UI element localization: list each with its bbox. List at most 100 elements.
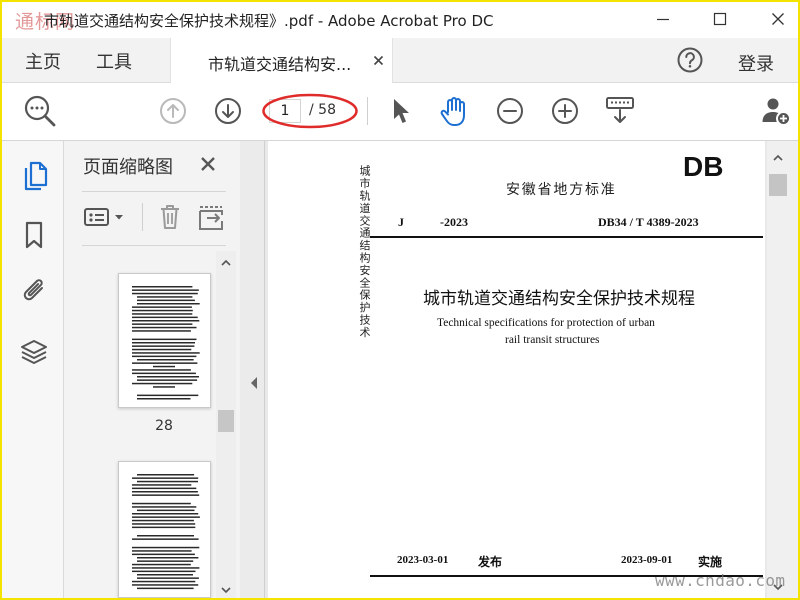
implement-label: 实施 [698, 555, 723, 569]
thumbnail-text-line [137, 574, 193, 576]
toolbar-separator [367, 97, 368, 125]
thumbnail-text-line [132, 309, 193, 312]
thumbnail-text-line [132, 348, 192, 351]
thumbnail-text-line [132, 506, 197, 508]
thumbnail-text-lines [132, 286, 200, 400]
acrobat-window: 通标网 市轨道交通结构安全保护技术规程》.pdf - Adobe Acrobat… [0, 0, 800, 600]
maximize-button[interactable] [697, 0, 743, 38]
attachments-icon[interactable] [19, 277, 49, 307]
document-scrollbar[interactable] [767, 141, 800, 600]
thumbnail-text-line [137, 359, 194, 361]
select-cursor-icon[interactable] [390, 97, 412, 125]
layers-icon[interactable] [19, 337, 49, 367]
db-mark: DB [683, 151, 724, 182]
thumbnail-text-line [132, 316, 198, 319]
thumbnail-text-line [132, 550, 192, 552]
toolbar: 1 / 58 [0, 83, 800, 141]
thumbnail-text-line [137, 557, 199, 559]
menu-home[interactable]: 主页 [25, 48, 61, 74]
thumbnail-text-line [132, 502, 191, 505]
thumbnail-scroll-thumb[interactable] [218, 410, 234, 432]
thumbnail-text-line [132, 538, 199, 540]
next-page-icon[interactable] [214, 97, 242, 125]
menu-tools[interactable]: 工具 [96, 48, 132, 74]
panel-close-icon[interactable] [200, 156, 216, 172]
thumbnail-text-line [132, 372, 196, 375]
minimize-icon [657, 18, 669, 21]
help-button[interactable] [676, 46, 704, 74]
panel-divider [82, 191, 226, 192]
bookmarks-icon[interactable] [22, 220, 46, 250]
document-tab[interactable]: 市轨道交通结构安... [170, 38, 393, 83]
thumbnail-text-line [137, 398, 191, 400]
thumbnail-text-line [153, 386, 175, 388]
thumbnail-text-line [137, 296, 193, 298]
panel-title: 页面缩略图 [83, 157, 173, 178]
thumbnail-text-line [132, 369, 191, 371]
thumbnail-text-line [137, 303, 200, 305]
delete-page-icon[interactable] [158, 203, 182, 231]
implement-date: 2023-09-01 [621, 554, 673, 566]
thumbnail-scrollbar[interactable] [216, 251, 236, 598]
j-year: -2023 [440, 215, 468, 229]
document-scroll-thumb[interactable] [769, 174, 787, 196]
page-thumbnails-icon[interactable] [20, 160, 50, 192]
previous-page-icon[interactable] [159, 97, 187, 125]
scroll-up-icon[interactable] [772, 152, 784, 164]
thumbnail-text-line [132, 306, 192, 308]
scroll-down-icon[interactable] [220, 584, 232, 596]
thumbnail-text-line [132, 320, 200, 322]
scroll-up-icon[interactable] [220, 257, 232, 269]
annotation-ellipse [262, 93, 358, 129]
extract-pages-icon[interactable] [197, 203, 225, 231]
page-thumbnail[interactable] [118, 273, 211, 408]
hand-tool-icon[interactable] [440, 95, 470, 127]
find-icon[interactable] [22, 93, 58, 129]
thumbnail-text-line [132, 326, 197, 329]
thumbnail-text-line [137, 376, 199, 378]
thumbnail-text-line [132, 546, 200, 549]
thumbnail-text-line [132, 292, 198, 295]
document-title-cn: 城市轨道交通结构安全保护技术规程 [423, 289, 695, 309]
thumbnail-text-line [132, 487, 197, 490]
toolbar-separator [142, 203, 143, 231]
page-thumbnail[interactable] [118, 461, 211, 598]
thumbnail-page-label: 28 [155, 418, 173, 434]
tab-close-icon[interactable] [373, 55, 384, 66]
thumbnail-text-line [132, 338, 197, 341]
document-title-en-line1: Technical specifications for protection … [437, 317, 655, 329]
thumbnail-text-line [132, 553, 195, 556]
thumbnail-text-line [137, 480, 198, 483]
thumbnail-text-line [132, 355, 197, 358]
collapse-panel-icon[interactable] [249, 376, 259, 390]
thumbnail-text-line [132, 477, 199, 479]
minimize-button[interactable] [640, 0, 686, 38]
thumbnail-text-line [137, 535, 194, 537]
thumbnail-text-line [153, 365, 175, 368]
thumbnail-text-line [137, 577, 199, 579]
thumbnail-text-line [132, 567, 200, 569]
close-window-button[interactable] [754, 0, 800, 38]
document-view[interactable]: 城市轨道交通结构安全保护技术 DB 安徽省地方标准 J -2023 DB34 /… [265, 141, 767, 600]
thumbnail-text-line [132, 289, 199, 291]
login-button[interactable]: 登录 [738, 50, 774, 76]
thumbnail-text-line [132, 584, 199, 586]
issuing-authority: 安徽省地方标准 [506, 182, 617, 198]
thumbnail-options-icon[interactable] [83, 206, 127, 228]
document-page: 城市轨道交通结构安全保护技术 DB 安徽省地方标准 J -2023 DB34 /… [268, 141, 765, 600]
spine-title: 城市轨道交通结构安全保护技术 [358, 165, 371, 339]
zoom-out-icon[interactable] [496, 97, 524, 125]
window-title: 市轨道交通结构安全保护技术规程》.pdf - Adobe Acrobat Pro… [44, 12, 494, 30]
marquee-zoom-icon[interactable] [604, 96, 636, 126]
left-navigation-rail [0, 141, 64, 600]
zoom-in-icon[interactable] [551, 97, 579, 125]
document-tab-label: 市轨道交通结构安... [208, 55, 352, 74]
thumbnail-text-line [132, 342, 195, 344]
share-user-icon[interactable] [760, 95, 792, 127]
thumbnail-text-line [132, 516, 200, 518]
panel-collapse-strip[interactable] [240, 141, 265, 600]
thumbnail-text-line [132, 382, 193, 385]
thumbnail-text-line [132, 313, 193, 315]
title-bar[interactable]: 通标网 市轨道交通结构安全保护技术规程》.pdf - Adobe Acrobat… [0, 0, 800, 38]
thumbnail-text-line [132, 352, 200, 354]
